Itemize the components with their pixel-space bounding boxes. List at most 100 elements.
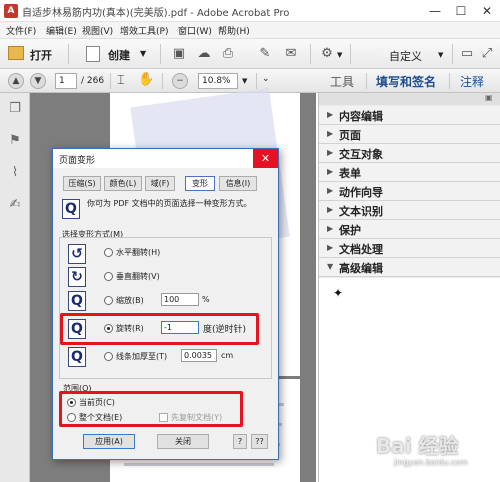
menu-help[interactable]: 帮助(H): [218, 24, 250, 37]
tab-info[interactable]: 信息(I): [219, 176, 257, 191]
customize-button[interactable]: 自定义: [389, 48, 422, 64]
tab-fill-sign[interactable]: 填写和签名: [376, 73, 436, 90]
folder-icon: [8, 46, 24, 60]
panel-section-protect[interactable]: ▶ 保护: [319, 220, 500, 239]
rotate-icon: Q: [68, 319, 86, 339]
panel-section-forms[interactable]: ▶ 表单: [319, 163, 500, 182]
tab-color[interactable]: 颜色(L): [104, 176, 142, 191]
gear-icon[interactable]: ⚙: [318, 45, 336, 63]
page-transform-dialog: 页面变形 ✕ 压缩(S) 颜色(L) 域(F) 变形 信息(I) Q 你可为 P…: [52, 148, 279, 460]
dialog-close-button[interactable]: ✕: [253, 149, 278, 168]
toolbar-divider: [452, 44, 453, 64]
expand-arrow-icon: ▶: [327, 167, 334, 176]
tab-transform[interactable]: 变形: [185, 176, 215, 191]
dialog-title: 页面变形: [59, 156, 96, 166]
toolbar-divider: [160, 44, 161, 64]
tab-comment[interactable]: 注释: [460, 73, 484, 90]
panel-options-icon[interactable]: ▣: [485, 93, 493, 102]
panel-section-interactive[interactable]: ▶ 交互对象: [319, 144, 500, 163]
select-cursor-icon[interactable]: ⌶: [117, 73, 125, 88]
minimize-button[interactable]: —: [422, 0, 448, 22]
more-tools-icon[interactable]: ⌄: [262, 74, 270, 84]
stroke-radio[interactable]: [104, 352, 113, 361]
expand-icon[interactable]: ⤢: [478, 45, 496, 63]
toolbar-divider: [162, 73, 163, 89]
expand-arrow-icon: ▶: [327, 110, 334, 119]
attachment-icon[interactable]: ⌇: [7, 165, 23, 181]
flip-vertical-label: 垂直翻转(V): [116, 272, 160, 281]
zoom-out-icon[interactable]: −: [172, 73, 188, 89]
expand-arrow-icon: ▶: [327, 186, 334, 195]
create-button[interactable]: 创建: [108, 47, 130, 63]
close-button[interactable]: 关闭: [157, 434, 209, 449]
baidu-watermark: Bai 经验: [376, 434, 459, 458]
context-help-button[interactable]: ??: [251, 434, 268, 449]
window-icon[interactable]: ▭: [458, 45, 476, 63]
rotate-label: 旋转(R): [116, 324, 144, 333]
page-number-input[interactable]: 1: [55, 73, 77, 89]
collapse-arrow-icon: ▼: [327, 262, 334, 271]
flip-vertical-radio[interactable]: [104, 272, 113, 281]
prev-page-icon[interactable]: ▲: [8, 73, 24, 89]
panel-section-action-wizard[interactable]: ▶ 动作向导: [319, 182, 500, 201]
touchup-object-icon[interactable]: ✦: [333, 286, 343, 300]
expand-arrow-icon: ▶: [327, 224, 334, 233]
rotate-unit: 度(逆时针): [203, 325, 247, 335]
menu-plugins[interactable]: 增效工具(P): [120, 24, 168, 37]
scale-input[interactable]: 100: [161, 293, 199, 306]
dialog-titlebar: 页面变形 ✕: [53, 149, 278, 168]
menu-file[interactable]: 文件(F): [6, 24, 36, 37]
stroke-icon: Q: [68, 347, 86, 367]
next-page-icon[interactable]: ▼: [30, 73, 46, 89]
open-button[interactable]: 打开: [30, 47, 52, 63]
toolbar-divider: [366, 73, 367, 89]
chevron-down-icon[interactable]: ▼: [242, 77, 247, 85]
panel-section-advanced-edit[interactable]: ▼ 高级编辑: [319, 258, 500, 277]
expand-arrow-icon: ▶: [327, 205, 334, 214]
flip-horizontal-label: 水平翻转(H): [116, 248, 161, 257]
panel-section-doc-processing[interactable]: ▶ 文档处理: [319, 239, 500, 258]
panel-section-content-edit[interactable]: ▶ 内容编辑: [319, 106, 500, 125]
rotate-input[interactable]: -1: [161, 321, 199, 334]
menu-edit[interactable]: 编辑(E): [46, 24, 77, 37]
copy-doc-checkbox[interactable]: [159, 413, 168, 422]
chevron-down-icon[interactable]: ▼: [438, 51, 443, 59]
expand-arrow-icon: ▶: [327, 148, 334, 157]
print-icon[interactable]: ⎙: [219, 45, 237, 63]
maximize-button[interactable]: ☐: [448, 0, 474, 22]
panel-section-ocr[interactable]: ▶ 文本识别: [319, 201, 500, 220]
bookmark-icon[interactable]: ⚑: [7, 133, 23, 149]
chevron-down-icon[interactable]: ▼: [140, 49, 146, 58]
signature-icon[interactable]: ✍: [7, 197, 23, 213]
hand-tool-icon[interactable]: ✋: [138, 72, 154, 87]
chevron-down-icon[interactable]: ▼: [337, 51, 342, 59]
create-pdf-icon: [86, 46, 100, 62]
scale-radio[interactable]: [104, 296, 113, 305]
flip-horizontal-radio[interactable]: [104, 248, 113, 257]
email-icon[interactable]: ✉: [282, 45, 300, 63]
apply-button[interactable]: 应用(A): [83, 434, 135, 449]
menu-window[interactable]: 窗口(W): [178, 24, 212, 37]
toolbar-divider: [110, 73, 111, 89]
whole-doc-radio[interactable]: [67, 413, 76, 422]
save-icon[interactable]: ▣: [170, 45, 188, 63]
zoom-input[interactable]: 10.8%: [198, 73, 238, 89]
toolbar-divider: [310, 44, 311, 64]
rotate-radio[interactable]: [104, 324, 113, 333]
tab-fields[interactable]: 域(F): [145, 176, 175, 191]
panel-section-pages[interactable]: ▶ 页面: [319, 125, 500, 144]
help-button[interactable]: ?: [233, 434, 247, 449]
tab-tools[interactable]: 工具: [330, 73, 354, 90]
edit-icon[interactable]: ✎: [256, 45, 274, 63]
current-page-radio[interactable]: [67, 398, 76, 407]
stroke-input[interactable]: 0.0035: [181, 349, 217, 362]
flip-horizontal-icon: ↺: [68, 244, 86, 264]
dialog-description: 你可为 PDF 文档中的页面选择一种变形方式。: [87, 199, 252, 208]
flip-vertical-icon: ↻: [68, 267, 86, 287]
menu-view[interactable]: 视图(V): [82, 24, 113, 37]
cloud-upload-icon[interactable]: ☁: [195, 45, 213, 63]
transform-icon: Q: [62, 199, 80, 219]
close-window-button[interactable]: ✕: [474, 0, 500, 22]
pages-icon[interactable]: ❐: [7, 101, 23, 117]
tab-compress[interactable]: 压缩(S): [63, 176, 101, 191]
